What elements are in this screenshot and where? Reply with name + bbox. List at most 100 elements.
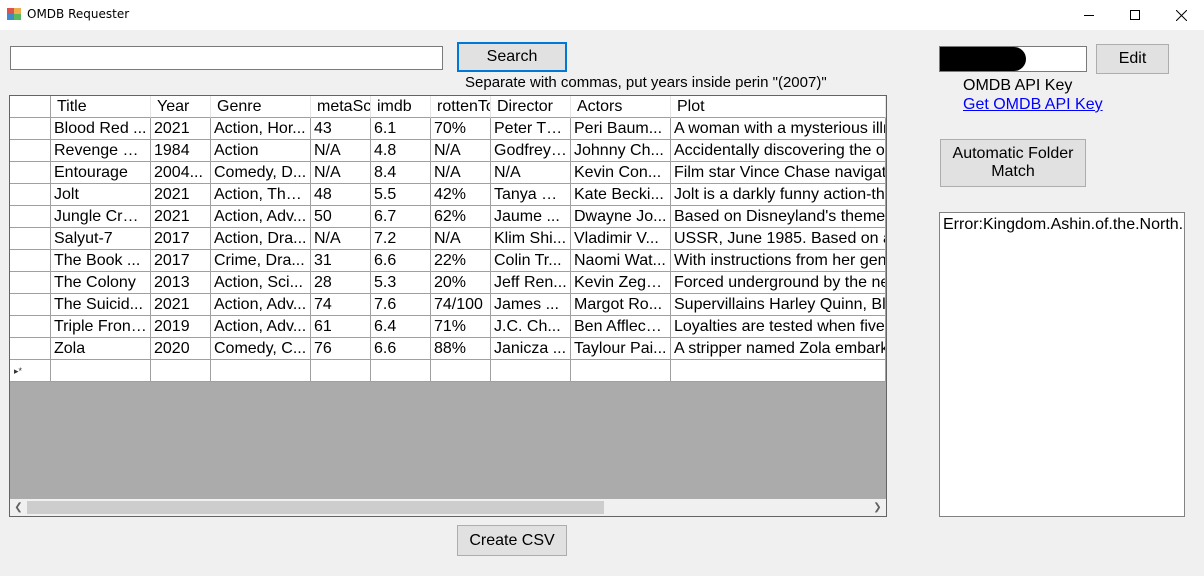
table-cell[interactable]: Kate Becki... [571, 184, 671, 206]
table-cell[interactable]: Comedy, D... [211, 162, 311, 184]
table-row[interactable]: The Colony 2013 Action, Sci... 28 5.3 20% Jeff… [10, 272, 886, 294]
table-cell[interactable]: Action, Sci... [211, 272, 311, 294]
table-cell[interactable]: 2021 [151, 118, 211, 140]
table-cell[interactable]: 20% [431, 272, 491, 294]
table-cell[interactable]: J.C. Ch... [491, 316, 571, 338]
table-cell[interactable]: 42% [431, 184, 491, 206]
table-cell[interactable]: 2019 [151, 316, 211, 338]
table-cell[interactable]: 6.1 [371, 118, 431, 140]
empty-cell[interactable] [371, 360, 431, 382]
scroll-right-icon[interactable]: ❯ [869, 499, 886, 516]
table-cell[interactable]: 71% [431, 316, 491, 338]
table-cell[interactable]: 4.8 [371, 140, 431, 162]
table-cell[interactable]: Comedy, C... [211, 338, 311, 360]
table-cell[interactable]: 2017 [151, 250, 211, 272]
empty-cell[interactable] [311, 360, 371, 382]
table-cell[interactable]: Action, Dra... [211, 228, 311, 250]
column-header[interactable]: rottenTo [431, 96, 491, 118]
table-row[interactable]: Jungle Crui... 2021 Action, Adv... 50 6.7 62%… [10, 206, 886, 228]
table-cell[interactable]: Based on Disneyland's theme p [671, 206, 886, 228]
table-cell[interactable]: 2020 [151, 338, 211, 360]
table-cell[interactable]: Jolt is a darkly funny action-thril [671, 184, 886, 206]
table-cell[interactable]: 2021 [151, 206, 211, 228]
table-cell[interactable]: 43 [311, 118, 371, 140]
table-cell[interactable]: 61 [311, 316, 371, 338]
table-cell[interactable]: Action, Adv... [211, 294, 311, 316]
table-row[interactable]: Blood Red ... 2021 Action, Hor... 43 6.1 70% P… [10, 118, 886, 140]
grid-header-row[interactable]: Title Year Genre metaSc imdb rottenTo Director… [10, 96, 886, 118]
empty-cell[interactable] [431, 360, 491, 382]
table-cell[interactable]: Forced underground by the nex [671, 272, 886, 294]
close-button[interactable] [1158, 0, 1204, 30]
table-cell[interactable]: 5.5 [371, 184, 431, 206]
search-button[interactable]: Search [457, 42, 567, 72]
table-cell[interactable]: 48 [311, 184, 371, 206]
row-header[interactable] [10, 118, 51, 140]
table-cell[interactable]: 7.2 [371, 228, 431, 250]
table-cell[interactable]: N/A [491, 162, 571, 184]
table-cell[interactable]: N/A [311, 228, 371, 250]
table-cell[interactable]: Revenge of... [51, 140, 151, 162]
table-cell[interactable]: 7.6 [371, 294, 431, 316]
column-header[interactable]: metaSc [311, 96, 371, 118]
table-cell[interactable]: USSR, June 1985. Based on a [671, 228, 886, 250]
column-header[interactable]: imdb [371, 96, 431, 118]
new-row[interactable]: ▸* [10, 360, 886, 382]
table-cell[interactable]: Margot Ro... [571, 294, 671, 316]
table-cell[interactable]: The Suicid... [51, 294, 151, 316]
table-cell[interactable]: 88% [431, 338, 491, 360]
row-header[interactable] [10, 250, 51, 272]
table-cell[interactable]: Ben Affleck... [571, 316, 671, 338]
table-cell[interactable]: Kevin Zege... [571, 272, 671, 294]
table-cell[interactable]: Crime, Dra... [211, 250, 311, 272]
row-header[interactable] [10, 294, 51, 316]
api-key-field[interactable] [939, 46, 1087, 72]
table-cell[interactable]: Triple Front... [51, 316, 151, 338]
results-grid[interactable]: Title Year Genre metaSc imdb rottenTo Director… [9, 95, 887, 517]
empty-cell[interactable] [211, 360, 311, 382]
table-cell[interactable]: A stripper named Zola embarks [671, 338, 886, 360]
column-header[interactable]: Genre [211, 96, 311, 118]
table-row[interactable]: The Suicid... 2021 Action, Adv... 74 7.6 74/1… [10, 294, 886, 316]
table-cell[interactable]: 2004... [151, 162, 211, 184]
empty-cell[interactable] [151, 360, 211, 382]
row-header[interactable] [10, 206, 51, 228]
column-header[interactable]: Actors [571, 96, 671, 118]
table-cell[interactable]: N/A [431, 140, 491, 162]
table-cell[interactable]: N/A [311, 162, 371, 184]
table-cell[interactable]: N/A [431, 228, 491, 250]
table-cell[interactable]: 28 [311, 272, 371, 294]
table-cell[interactable]: Jolt [51, 184, 151, 206]
table-cell[interactable]: Godfrey ... [491, 140, 571, 162]
table-cell[interactable]: 8.4 [371, 162, 431, 184]
table-cell[interactable]: With instructions from her geniu [671, 250, 886, 272]
row-header[interactable] [10, 228, 51, 250]
table-cell[interactable]: Action, Adv... [211, 316, 311, 338]
table-cell[interactable]: 22% [431, 250, 491, 272]
table-cell[interactable]: Vladimir V... [571, 228, 671, 250]
table-cell[interactable]: Zola [51, 338, 151, 360]
table-cell[interactable]: Taylour Pai... [571, 338, 671, 360]
table-row[interactable]: The Book ... 2017 Crime, Dra... 31 6.6 22% Col… [10, 250, 886, 272]
search-input[interactable] [10, 46, 443, 70]
table-cell[interactable]: Entourage [51, 162, 151, 184]
horizontal-scrollbar[interactable]: ❮ ❯ [10, 499, 886, 516]
table-cell[interactable]: Action, Thri... [211, 184, 311, 206]
table-cell[interactable]: Peri Baum... [571, 118, 671, 140]
table-cell[interactable]: Jungle Crui... [51, 206, 151, 228]
column-header[interactable]: Plot [671, 96, 886, 118]
table-cell[interactable]: Naomi Wat... [571, 250, 671, 272]
row-header[interactable] [10, 272, 51, 294]
table-cell[interactable]: A woman with a mysterious illne [671, 118, 886, 140]
table-cell[interactable]: Klim Shi... [491, 228, 571, 250]
table-cell[interactable]: Action, Adv... [211, 206, 311, 228]
table-cell[interactable]: Film star Vince Chase navigate [671, 162, 886, 184]
maximize-button[interactable] [1112, 0, 1158, 30]
row-header[interactable] [10, 338, 51, 360]
table-row[interactable]: Jolt 2021 Action, Thri... 48 5.5 42% Tanya W..… [10, 184, 886, 206]
table-cell[interactable]: Accidentally discovering the op [671, 140, 886, 162]
table-cell[interactable]: 6.6 [371, 338, 431, 360]
table-cell[interactable]: Salyut-7 [51, 228, 151, 250]
minimize-button[interactable] [1066, 0, 1112, 30]
table-row[interactable]: Revenge of... 1984 Action N/A 4.8 N/A Godfrey … [10, 140, 886, 162]
